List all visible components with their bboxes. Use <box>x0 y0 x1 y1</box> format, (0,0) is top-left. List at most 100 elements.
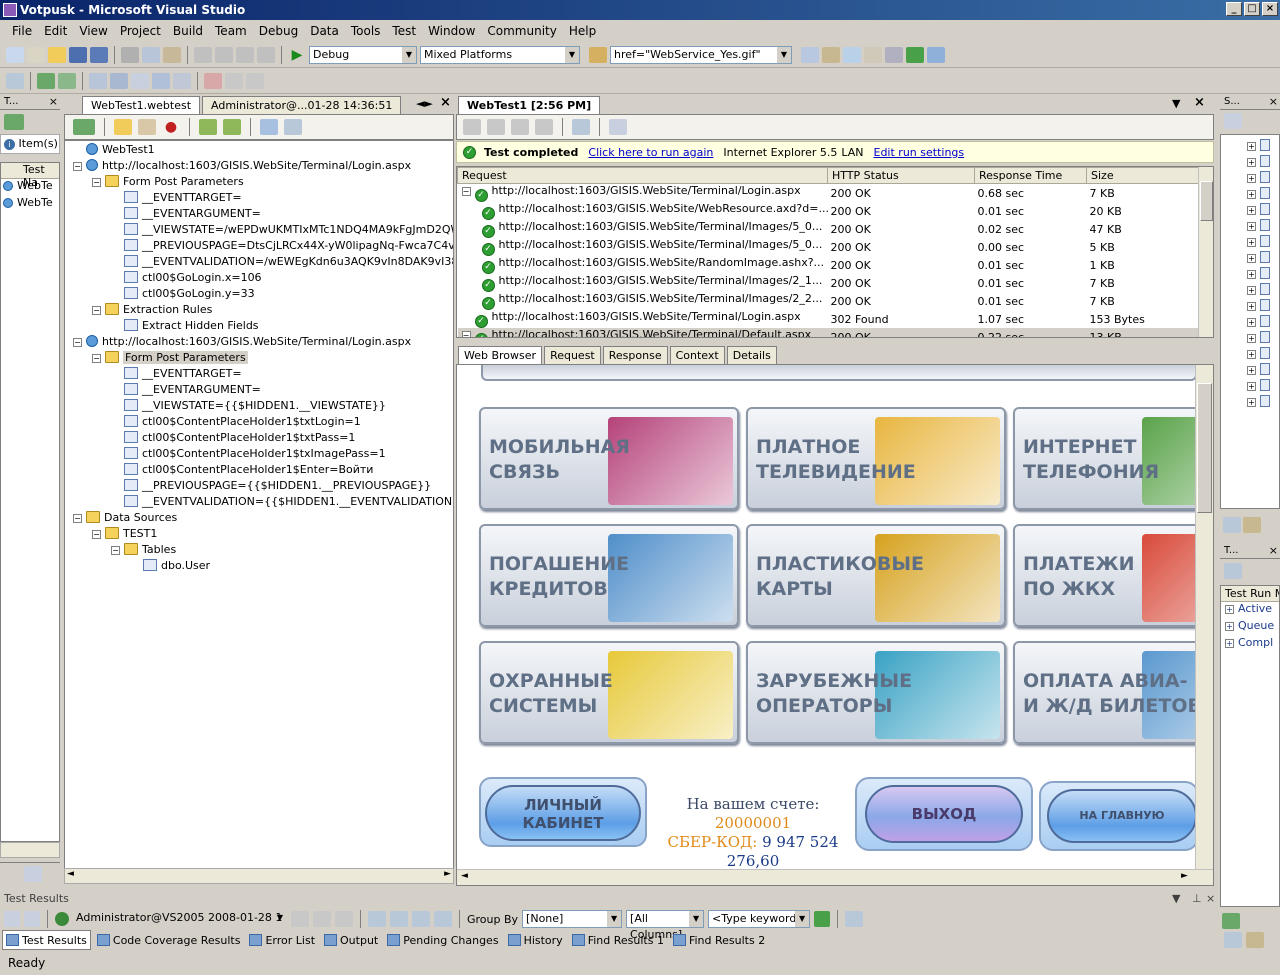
expand-icon[interactable]: + <box>1225 605 1234 614</box>
redo-icon[interactable] <box>215 46 233 63</box>
copy-icon[interactable] <box>142 46 160 63</box>
expand-icon[interactable]: + <box>1247 398 1256 407</box>
expand-icon[interactable]: + <box>1225 622 1234 631</box>
tree-node[interactable]: __EVENTVALIDATION={{$HIDDEN1.__EVENTVALI… <box>65 494 453 510</box>
menu-window[interactable]: Window <box>422 24 481 38</box>
run-tests-icon[interactable] <box>4 114 24 130</box>
undo-icon[interactable] <box>194 46 212 63</box>
tree-node[interactable]: __EVENTARGUMENT= <box>65 206 453 222</box>
menu-help[interactable]: Help <box>563 24 602 38</box>
tree-node[interactable]: − Data Sources <box>65 510 453 526</box>
insert-comment-icon[interactable] <box>138 119 156 135</box>
publish-icon[interactable] <box>412 911 430 927</box>
tab-find-results-2[interactable]: Find Results 2 <box>670 930 768 950</box>
tree-node[interactable]: + <box>1247 315 1279 331</box>
expand-icon[interactable]: + <box>1225 639 1234 648</box>
tree-node[interactable]: + <box>1247 219 1279 235</box>
tree-node[interactable]: + <box>1247 347 1279 363</box>
test-manager-icon[interactable] <box>110 72 128 89</box>
vertical-scrollbar[interactable] <box>1198 167 1213 337</box>
test-runs-icon[interactable] <box>1224 563 1242 579</box>
tree-node[interactable]: + <box>1247 299 1279 315</box>
dropdown-icon[interactable]: ▼ <box>1172 892 1180 905</box>
tab-history[interactable]: History <box>505 930 566 950</box>
collapse-icon[interactable]: − <box>92 178 101 187</box>
collapse-icon[interactable]: − <box>92 354 101 363</box>
tree-node[interactable]: + <box>1247 251 1279 267</box>
properties-icon[interactable] <box>1224 113 1242 129</box>
list-item[interactable]: WebTe <box>1 196 59 213</box>
tree-node[interactable]: − Form Post Parameters <box>65 174 453 190</box>
table-row[interactable]: ✓ http://localhost:1603/GISIS.WebSite/Ran… <box>458 256 1200 274</box>
menu-tools[interactable]: Tools <box>345 24 387 38</box>
collapse-icon[interactable]: − <box>461 187 471 196</box>
test-list-icon[interactable] <box>89 72 107 89</box>
test-view-tab-icon[interactable] <box>24 866 42 882</box>
service-tile[interactable]: ПОГАШЕНИЕ КРЕДИТОВ <box>479 524 739 627</box>
tree-node[interactable]: + <box>1247 283 1279 299</box>
stop-icon[interactable] <box>535 119 553 135</box>
record-icon[interactable]: ● <box>162 119 180 135</box>
tree-node[interactable]: + <box>1247 203 1279 219</box>
menu-test[interactable]: Test <box>386 24 422 38</box>
add-request-icon[interactable] <box>114 119 132 135</box>
solution-explorer-icon[interactable] <box>801 46 819 63</box>
tree-node[interactable]: + <box>1247 267 1279 283</box>
tree-node[interactable]: + <box>1247 155 1279 171</box>
collapse-icon[interactable]: − <box>111 546 120 555</box>
tab-find-results-1[interactable]: Find Results 1 <box>569 930 667 950</box>
table-row[interactable]: ✓ http://localhost:1603/GISIS.WebSite/Web… <box>458 202 1200 220</box>
tab-code-coverage-results[interactable]: Code Coverage Results <box>94 930 244 950</box>
tree-node[interactable]: + <box>1247 187 1279 203</box>
collapse-icon[interactable]: − <box>73 514 82 523</box>
solution-explorer-tab-icon[interactable] <box>1223 517 1241 533</box>
tree-node[interactable]: ctl00$GoLogin.y=33 <box>65 286 453 302</box>
start-page-icon[interactable] <box>906 46 924 63</box>
results-icon[interactable] <box>4 911 20 927</box>
tree-node[interactable]: − http://localhost:1603/GISIS.WebSite/Ter… <box>65 158 453 174</box>
tab-output[interactable]: Output <box>321 930 381 950</box>
run-icon[interactable] <box>463 119 481 135</box>
service-tile[interactable]: ОПЛАТА АВИА- И Ж/Д БИЛЕТОВ <box>1013 641 1213 744</box>
table-row[interactable]: ✓ http://localhost:1603/GISIS.WebSite/Ter… <box>458 238 1200 256</box>
new-project-icon[interactable] <box>6 46 24 63</box>
tree-node[interactable]: − http://localhost:1603/GISIS.WebSite/Ter… <box>65 334 453 350</box>
home-button[interactable]: НА ГЛАВНУЮ <box>1047 789 1197 843</box>
expand-icon[interactable]: + <box>1247 190 1256 199</box>
close-icon[interactable]: × <box>440 95 451 110</box>
tree-node[interactable]: − Tables <box>65 542 453 558</box>
vertical-scrollbar[interactable] <box>1195 365 1213 869</box>
platform-combo[interactable]: Mixed Platforms ▼ <box>420 45 580 64</box>
test-run-selector[interactable]: Administrator@VS2005 2008-01-28 1 ▼ <box>73 910 287 928</box>
tab-test-results[interactable]: Test Results <box>2 930 91 950</box>
column-http-status[interactable]: HTTP Status <box>827 167 975 184</box>
tree-node[interactable]: + <box>1247 139 1279 155</box>
open-icon[interactable] <box>48 46 66 63</box>
toolbox-icon[interactable] <box>885 46 903 63</box>
import-icon[interactable] <box>368 911 386 927</box>
horizontal-scrollbar[interactable] <box>0 842 60 858</box>
menu-team[interactable]: Team <box>209 24 253 38</box>
menu-edit[interactable]: Edit <box>38 24 73 38</box>
menu-project[interactable]: Project <box>114 24 167 38</box>
scroll-tabs-icon[interactable]: ◄► <box>416 97 433 110</box>
tree-node[interactable]: ctl00$ContentPlaceHolder1$txtLogin=1 <box>65 414 453 430</box>
expand-icon[interactable]: + <box>1247 174 1256 183</box>
pin-icon[interactable]: ⊥ <box>1192 892 1202 905</box>
columns-combo[interactable]: [All Columns] ▼ <box>626 910 705 941</box>
test-runs-tab-icon[interactable] <box>1222 913 1240 929</box>
tab-web-browser[interactable]: Web Browser <box>458 346 543 364</box>
solution-config-combo[interactable]: Debug ▼ <box>309 45 417 64</box>
expand-icon[interactable]: + <box>1247 350 1256 359</box>
menu-file[interactable]: File <box>6 24 38 38</box>
tree-node[interactable]: ctl00$ContentPlaceHolder1$txImagePass=1 <box>65 446 453 462</box>
tab-webtest-result[interactable]: WebTest1 [2:56 PM] <box>458 96 601 114</box>
navigate-back-icon[interactable] <box>236 46 254 63</box>
collapse-icon[interactable]: − <box>92 530 101 539</box>
service-tile[interactable]: МОБИЛЬНАЯ СВЯЗЬ <box>479 407 739 510</box>
close-icon[interactable]: × <box>1206 892 1215 905</box>
menu-community[interactable]: Community <box>481 24 562 38</box>
export-icon[interactable] <box>390 911 408 927</box>
tree-node[interactable]: ctl00$ContentPlaceHolder1$txtPass=1 <box>65 430 453 446</box>
expand-icon[interactable]: + <box>1247 158 1256 167</box>
